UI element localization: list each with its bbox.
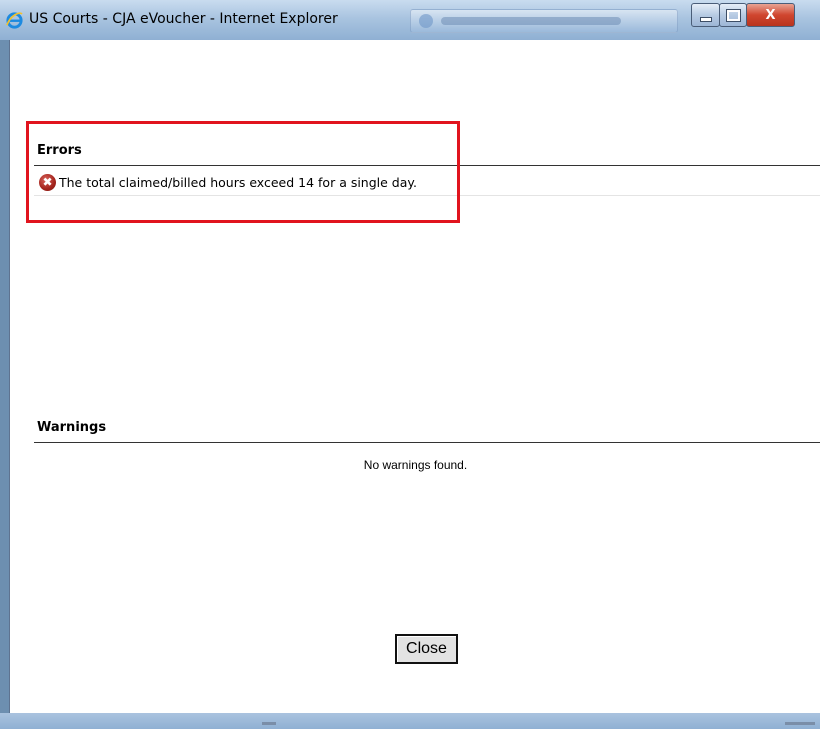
warnings-divider xyxy=(34,442,820,443)
window-title: US Courts - CJA eVoucher - Internet Expl… xyxy=(29,11,338,27)
background-window-tab xyxy=(410,9,678,33)
minimize-button[interactable] xyxy=(691,3,720,27)
browser-window: US Courts - CJA eVoucher - Internet Expl… xyxy=(0,0,820,729)
title-bar[interactable]: US Courts - CJA eVoucher - Internet Expl… xyxy=(0,0,820,40)
close-button[interactable]: Close xyxy=(395,634,458,664)
internet-explorer-icon xyxy=(6,12,23,29)
close-icon: X xyxy=(765,7,776,23)
maximize-icon xyxy=(725,8,741,22)
dialog-content: Errors ✖ The total claimed/billed hours … xyxy=(9,40,820,713)
errors-highlight-box xyxy=(26,121,460,223)
warnings-heading: Warnings xyxy=(37,420,107,435)
no-warnings-message: No warnings found. xyxy=(363,458,468,472)
window-bottom-frame xyxy=(0,713,820,729)
window-close-button[interactable]: X xyxy=(746,3,795,27)
minimize-icon xyxy=(699,16,712,22)
maximize-button[interactable] xyxy=(719,3,747,27)
